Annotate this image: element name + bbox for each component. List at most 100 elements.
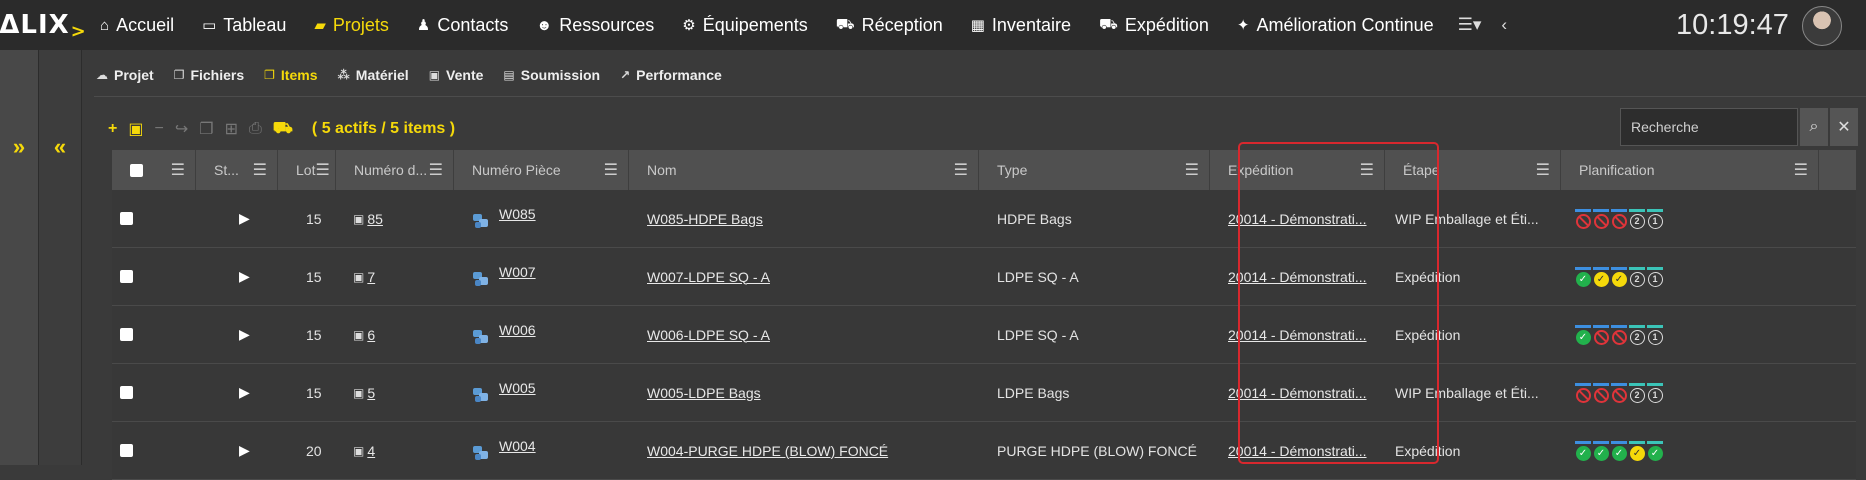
- nav-item-équipements[interactable]: ⚙ Équipements: [668, 0, 822, 50]
- row-checkbox[interactable]: [120, 212, 133, 225]
- numero-link[interactable]: 5: [367, 385, 375, 401]
- column-menu-icon[interactable]: ☰: [315, 160, 329, 180]
- table-row[interactable]: ▶ 15 ▣ 6 W006 W006-LDPE SQ - A LDPE SQ - A 2001…: [112, 306, 1856, 364]
- planning-step[interactable]: ✓: [1593, 440, 1609, 461]
- planning-step[interactable]: ✓: [1611, 440, 1627, 461]
- planning-step[interactable]: 2: [1629, 382, 1645, 403]
- planning-step[interactable]: 2: [1629, 208, 1645, 229]
- table-row[interactable]: ▶ 15 ▣ 7 W007 W007-LDPE SQ - A LDPE SQ - A 2001…: [112, 248, 1856, 306]
- table-row[interactable]: ▶ 20 ▣ 4 W004 W004-PURGE HDPE (BLOW) FONCÉ PUR…: [112, 422, 1856, 480]
- play-icon[interactable]: ▶: [239, 442, 250, 459]
- nav-item-tableau[interactable]: ▭ Tableau: [188, 0, 300, 50]
- table-row[interactable]: ▶ 15 ▣ 85 W085 W085-HDPE Bags HDPE Bags 20014 -…: [112, 190, 1856, 248]
- expedition-link[interactable]: 20014 - Démonstrati...: [1228, 327, 1367, 343]
- forward-icon[interactable]: ↪: [175, 119, 188, 139]
- row-checkbox[interactable]: [120, 270, 133, 283]
- planning-step[interactable]: [1575, 208, 1591, 229]
- piece-link[interactable]: W006: [499, 322, 536, 338]
- planning-step[interactable]: ✓: [1611, 266, 1627, 287]
- alix-logo[interactable]: ΔLIX >: [0, 0, 86, 50]
- planning-step[interactable]: [1611, 324, 1627, 345]
- row-checkbox[interactable]: [120, 386, 133, 399]
- nav-item-accueil[interactable]: ⌂ Accueil: [86, 0, 188, 50]
- piece-link[interactable]: W085: [499, 206, 536, 222]
- user-avatar[interactable]: [1802, 6, 1842, 46]
- play-icon[interactable]: ▶: [239, 384, 250, 401]
- nav-item-contacts[interactable]: ♟ Contacts: [403, 0, 523, 50]
- nav-item-amélioration-continue[interactable]: ✦ Amélioration Continue: [1223, 0, 1448, 50]
- planning-step[interactable]: ✓: [1575, 440, 1591, 461]
- tab-items[interactable]: ❐ Items: [264, 67, 317, 83]
- column-menu-icon[interactable]: ☰: [253, 160, 267, 180]
- column-menu-icon[interactable]: ☰: [171, 160, 185, 180]
- select-all-checkbox[interactable]: [130, 163, 143, 177]
- numero-link[interactable]: 7: [367, 269, 375, 285]
- row-checkbox[interactable]: [120, 444, 133, 457]
- tab-performance[interactable]: ↗ Performance: [620, 67, 722, 83]
- piece-link[interactable]: W004: [499, 438, 536, 454]
- nom-link[interactable]: W006-LDPE SQ - A: [647, 327, 770, 343]
- collapse-double-chevron-icon[interactable]: «: [39, 134, 81, 160]
- nav-item-ressources[interactable]: ☻ Ressources: [522, 0, 668, 50]
- tab-matériel[interactable]: ⁂ Matériel: [338, 67, 409, 83]
- column-menu-icon[interactable]: ☰: [1185, 160, 1199, 180]
- id-card-icon[interactable]: ▣: [128, 119, 143, 139]
- numero-link[interactable]: 4: [367, 443, 375, 459]
- numero-link[interactable]: 6: [367, 327, 375, 343]
- row-checkbox[interactable]: [120, 328, 133, 341]
- planning-step[interactable]: ✓: [1647, 440, 1663, 461]
- planning-step[interactable]: 1: [1647, 266, 1663, 287]
- nom-link[interactable]: W004-PURGE HDPE (BLOW) FONCÉ: [647, 443, 888, 459]
- column-menu-icon[interactable]: ☰: [1536, 160, 1550, 180]
- column-menu-icon[interactable]: ☰: [1794, 160, 1808, 180]
- tab-vente[interactable]: ▣ Vente: [429, 67, 484, 83]
- print-icon[interactable]: ⎙: [249, 120, 262, 138]
- nav-item-inventaire[interactable]: ▦ Inventaire: [957, 0, 1085, 50]
- numero-link[interactable]: 85: [367, 211, 383, 227]
- nom-link[interactable]: W085-HDPE Bags: [647, 211, 763, 227]
- piece-link[interactable]: W007: [499, 264, 536, 280]
- nav-item-expédition[interactable]: ⛟ Expédition: [1085, 0, 1223, 50]
- expedition-link[interactable]: 20014 - Démonstrati...: [1228, 211, 1367, 227]
- search-icon[interactable]: ⌕: [1800, 108, 1828, 146]
- play-icon[interactable]: ▶: [239, 210, 250, 227]
- planning-step[interactable]: ✓: [1629, 440, 1645, 461]
- planning-step[interactable]: 2: [1629, 266, 1645, 287]
- planning-step[interactable]: [1575, 382, 1591, 403]
- expedition-link[interactable]: 20014 - Démonstrati...: [1228, 443, 1367, 459]
- expedition-link[interactable]: 20014 - Démonstrati...: [1228, 385, 1367, 401]
- nom-link[interactable]: W007-LDPE SQ - A: [647, 269, 770, 285]
- nav-item-projets[interactable]: ▰ Projets: [300, 0, 403, 50]
- nav-item-réception[interactable]: ⛟ Réception: [822, 0, 957, 50]
- search-input[interactable]: [1620, 108, 1798, 146]
- copy-icon[interactable]: ❐: [199, 119, 213, 139]
- column-menu-icon[interactable]: ☰: [604, 160, 618, 180]
- planning-step[interactable]: 1: [1647, 208, 1663, 229]
- piece-link[interactable]: W005: [499, 380, 536, 396]
- tab-soumission[interactable]: ▤ Soumission: [503, 67, 600, 83]
- play-icon[interactable]: ▶: [239, 326, 250, 343]
- column-menu-icon[interactable]: ☰: [429, 160, 443, 180]
- planning-step[interactable]: [1593, 382, 1609, 403]
- expedition-link[interactable]: 20014 - Démonstrati...: [1228, 269, 1367, 285]
- planning-step[interactable]: 1: [1647, 382, 1663, 403]
- planning-step[interactable]: ✓: [1575, 266, 1591, 287]
- tab-projet[interactable]: ☁ Projet: [96, 67, 154, 83]
- column-menu-icon[interactable]: ☰: [954, 160, 968, 180]
- hierarchy-icon[interactable]: ⊞: [225, 119, 238, 139]
- clear-search-icon[interactable]: ✕: [1830, 108, 1858, 146]
- tab-fichiers[interactable]: ❐ Fichiers: [174, 67, 244, 83]
- play-icon[interactable]: ▶: [239, 268, 250, 285]
- truck-icon[interactable]: ⛟: [273, 119, 293, 139]
- expand-double-chevron-icon[interactable]: »: [0, 134, 38, 160]
- remove-icon[interactable]: −: [154, 120, 163, 138]
- planning-step[interactable]: 1: [1647, 324, 1663, 345]
- add-icon[interactable]: +: [108, 120, 117, 138]
- planning-step[interactable]: 2: [1629, 324, 1645, 345]
- nom-link[interactable]: W005-LDPE Bags: [647, 385, 761, 401]
- planning-step[interactable]: [1611, 208, 1627, 229]
- more-menu-icon[interactable]: ☰▾: [1448, 15, 1492, 35]
- planning-step[interactable]: ✓: [1575, 324, 1591, 345]
- planning-step[interactable]: [1593, 208, 1609, 229]
- column-menu-icon[interactable]: ☰: [1360, 160, 1374, 180]
